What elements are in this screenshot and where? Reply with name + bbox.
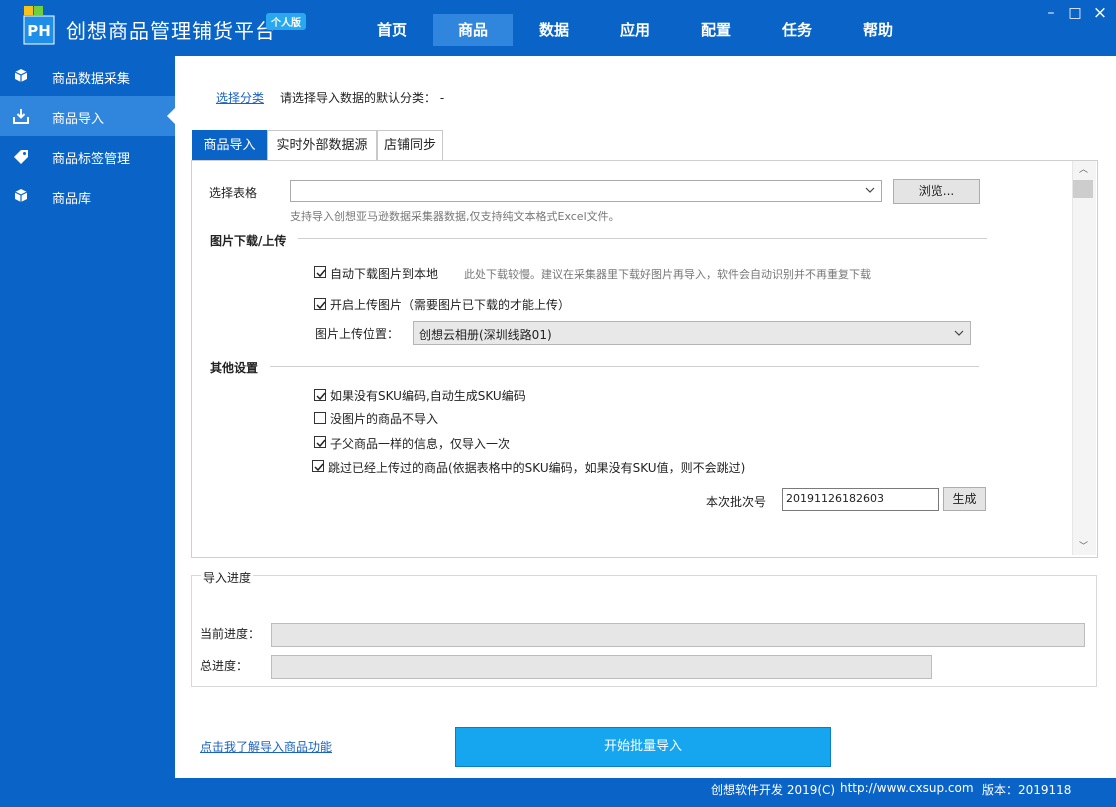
close-button[interactable]: × <box>1090 4 1110 22</box>
enable-upload-label: 开启上传图片（需要图片已下载的才能上传） <box>330 298 571 312</box>
chevron-down-icon <box>954 330 964 336</box>
import-once-label: 子父商品一样的信息，仅导入一次 <box>330 437 511 451</box>
tag-icon <box>14 150 28 164</box>
skip-uploaded-label: 跳过已经上传过的商品(依据表格中的SKU编码，如果没有SKU值，则不会跳过) <box>328 461 746 475</box>
skip-no-image-checkbox[interactable] <box>314 412 326 424</box>
nav-apps[interactable]: 应用 <box>595 14 675 46</box>
copyright-text: 创想软件开发 2019(C) <box>711 783 836 797</box>
edition-badge: 个人版 <box>266 13 306 30</box>
tab-external-source[interactable]: 实时外部数据源 <box>267 130 377 161</box>
nav-tasks[interactable]: 任务 <box>757 14 837 46</box>
cube-icon <box>14 69 28 82</box>
batch-number-input[interactable]: 20191126182603 <box>782 488 939 511</box>
browse-button[interactable]: 浏览... <box>893 179 980 204</box>
batch-number-label: 本次批次号 <box>706 495 767 509</box>
minimize-button[interactable]: – <box>1041 4 1061 22</box>
table-hint: 支持导入创想亚马逊数据采集器数据,仅支持纯文本格式Excel文件。 <box>290 210 620 223</box>
start-import-button[interactable]: 开始批量导入 <box>455 727 831 767</box>
progress-title: 导入进度 <box>201 569 254 586</box>
sidebar-item-label: 商品数据采集 <box>52 72 131 87</box>
upload-location-value: 创想云相册(深圳线路01) <box>419 328 552 342</box>
app-logo: PH <box>23 6 55 45</box>
tab-store-sync[interactable]: 店铺同步 <box>377 130 443 161</box>
tab-product-import[interactable]: 商品导入 <box>192 130 267 161</box>
check-icon <box>316 269 326 278</box>
download-tray-icon <box>13 109 29 124</box>
auto-download-hint: 此处下载较慢。建议在采集器里下载好图片再导入，软件会自动识别并不再重复下载 <box>464 268 871 281</box>
nav-home[interactable]: 首页 <box>352 14 432 46</box>
box-icon <box>14 189 28 202</box>
current-progress-label: 当前进度： <box>200 627 261 641</box>
sidebar-item-label: 商品导入 <box>52 112 105 127</box>
app-title: 创想商品管理铺货平台 <box>66 19 276 43</box>
sidebar-item-product-library[interactable]: 商品库 <box>0 176 175 216</box>
panel-scrollbar[interactable] <box>1072 161 1096 555</box>
total-progress-bar <box>271 655 932 679</box>
total-progress-label: 总进度： <box>200 659 249 673</box>
import-once-checkbox[interactable] <box>314 436 326 448</box>
generate-button[interactable]: 生成 <box>943 487 986 511</box>
check-icon <box>316 301 326 310</box>
version-text: 版本：2019118 <box>982 783 1072 797</box>
check-icon <box>316 392 326 401</box>
scroll-down-icon[interactable]: ﹀ <box>1072 539 1095 555</box>
help-link[interactable]: 点击我了解导入商品功能 <box>200 738 332 755</box>
upload-location-dropdown[interactable]: 创想云相册(深圳线路01) <box>413 321 971 345</box>
skip-uploaded-checkbox[interactable] <box>312 460 324 472</box>
enable-upload-checkbox[interactable] <box>314 298 326 310</box>
image-section-title: 图片下载/上传 <box>210 234 287 248</box>
scroll-up-icon[interactable]: ︿ <box>1072 162 1095 178</box>
select-table-label: 选择表格 <box>209 186 258 200</box>
select-table-dropdown[interactable] <box>290 180 882 202</box>
check-icon <box>314 463 324 472</box>
other-section-title: 其他设置 <box>210 361 259 375</box>
upload-location-label: 图片上传位置： <box>315 327 400 341</box>
sidebar-item-label: 商品标签管理 <box>52 152 131 167</box>
logo-text: PH <box>27 22 51 40</box>
skip-no-image-label: 没图片的商品不导入 <box>330 412 439 426</box>
nav-products[interactable]: 商品 <box>433 14 513 46</box>
section-divider <box>298 238 987 239</box>
check-icon <box>316 439 326 448</box>
current-progress-bar <box>271 623 1085 647</box>
sidebar-item-import[interactable]: 商品导入 <box>0 96 175 136</box>
auto-download-label: 自动下载图片到本地 <box>330 267 439 281</box>
auto-sku-checkbox[interactable] <box>314 389 326 401</box>
select-category-link[interactable]: 选择分类 <box>216 89 264 106</box>
sidebar-item-label: 商品库 <box>52 192 92 207</box>
auto-download-checkbox[interactable] <box>314 266 326 278</box>
website-url: http://www.cxsup.com <box>840 781 974 795</box>
chevron-down-icon <box>865 187 875 193</box>
sidebar-item-data-collection[interactable]: 商品数据采集 <box>0 56 175 96</box>
active-indicator <box>167 108 175 124</box>
maximize-button[interactable]: □ <box>1065 4 1085 22</box>
scrollbar-thumb[interactable] <box>1073 180 1093 198</box>
nav-help[interactable]: 帮助 <box>838 14 918 46</box>
section-divider <box>270 366 979 367</box>
auto-sku-label: 如果没有SKU编码,自动生成SKU编码 <box>330 389 526 403</box>
nav-data[interactable]: 数据 <box>514 14 594 46</box>
default-category-text: 请选择导入数据的默认分类： - <box>280 91 445 105</box>
sidebar-item-tags[interactable]: 商品标签管理 <box>0 136 175 176</box>
nav-config[interactable]: 配置 <box>676 14 756 46</box>
